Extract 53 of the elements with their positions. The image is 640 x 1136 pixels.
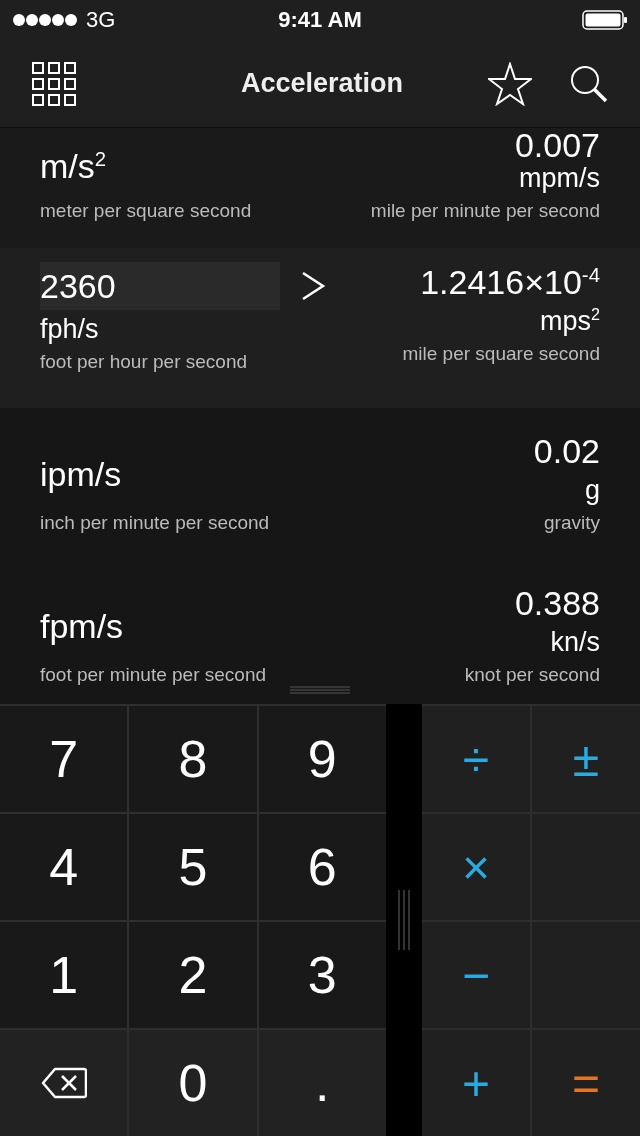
unit-name: mile per minute per second	[370, 200, 600, 222]
keypad-key[interactable]: 6	[258, 814, 386, 920]
conversion-row[interactable]: m/s$^{2}$ meter per square second 0.007 mpm/s mile per minute per second	[0, 128, 640, 250]
keypad-key[interactable]: .	[258, 1030, 386, 1136]
star-icon[interactable]	[488, 61, 532, 106]
unit-name: foot per hour per second	[40, 351, 248, 373]
search-icon[interactable]	[570, 64, 608, 103]
unit-symbol: mpm/s	[519, 164, 600, 194]
keypad-key[interactable]: 4	[0, 814, 128, 920]
operator-key[interactable]: =	[532, 1030, 640, 1136]
grip-handle-icon[interactable]	[290, 686, 350, 694]
battery-icon	[582, 10, 628, 30]
keypad-key[interactable]: 2	[129, 922, 257, 1028]
chevron-icon	[300, 271, 326, 301]
unit-symbol: kn/s	[550, 628, 600, 658]
operator-key[interactable]: −	[422, 922, 530, 1028]
drag-handle-icon[interactable]	[398, 890, 410, 950]
operator-key[interactable]: ÷	[422, 706, 530, 812]
converted-value: 0.02	[533, 432, 600, 471]
backspace-key[interactable]	[0, 1030, 128, 1136]
unit-name: knot per second	[464, 664, 600, 686]
keypad-key[interactable]: 1	[0, 922, 128, 1028]
unit-name: gravity	[544, 512, 600, 534]
conversion-row[interactable]: 2360 fph/s foot per hour per second 1.2416×10$^{-4}$ mps$^{2}$ mile per square second	[0, 250, 640, 408]
operator-key[interactable]: ±	[532, 706, 640, 812]
keypad-key[interactable]: 3	[258, 922, 386, 1028]
signal-icon	[12, 13, 78, 27]
network-label: 3G	[86, 7, 116, 33]
unit-symbol: mps$^{2}$	[539, 307, 600, 338]
converted-value: 0.388	[514, 584, 600, 623]
clock-time: 9:41 AM	[278, 7, 362, 33]
backspace-icon	[40, 1067, 87, 1099]
unit-name: foot per minute per second	[40, 664, 267, 686]
unit-name: meter per square second	[40, 200, 252, 222]
operator-key[interactable]: ×	[422, 814, 530, 920]
keypad-key[interactable]: 7	[0, 706, 128, 812]
input-field[interactable]: 2360	[40, 262, 280, 310]
unit-symbol: fpm/s	[40, 607, 124, 646]
converted-value: 0.007	[514, 126, 600, 165]
unit-name: inch per minute per second	[40, 512, 270, 534]
keypad-key[interactable]: 8	[129, 706, 257, 812]
converted-value: 1.2416×10$^{-4}$	[420, 264, 600, 302]
unit-symbol: m/s$^{2}$	[40, 147, 107, 186]
unit-symbol: fph/s	[40, 314, 99, 345]
unit-symbol: ipm/s	[40, 455, 122, 494]
grid-menu-icon[interactable]	[32, 61, 76, 106]
keypad-key[interactable]: 0	[129, 1030, 257, 1136]
unit-name: mile per square second	[402, 343, 600, 366]
keypad-key[interactable]: 5	[129, 814, 257, 920]
unit-symbol: g	[584, 476, 600, 506]
keypad-key[interactable]: 9	[258, 706, 386, 812]
operator-key[interactable]: +	[422, 1030, 530, 1136]
screen-title: Acceleration	[239, 68, 405, 99]
